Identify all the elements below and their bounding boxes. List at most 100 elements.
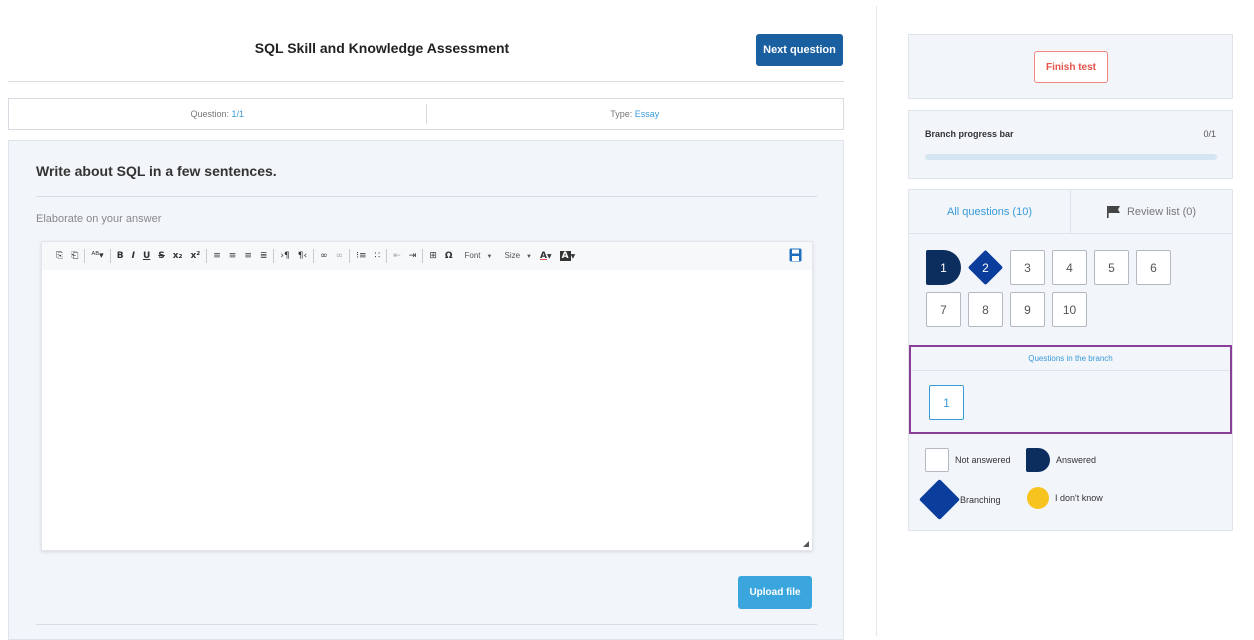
align-justify-icon[interactable]: ≣	[256, 247, 272, 265]
question-nav-button-1[interactable]: 1	[926, 250, 961, 285]
font-select-label: Font	[464, 251, 481, 260]
question-nav-number: 7	[940, 302, 947, 317]
answer-hint: Elaborate on your answer	[36, 213, 162, 225]
align-right-icon[interactable]: ≡	[240, 247, 256, 265]
toolbar-separator	[84, 249, 86, 263]
chevron-down-icon: ▼	[570, 253, 576, 260]
outdent-icon[interactable]: ⇤	[389, 247, 405, 265]
bulleted-list-icon[interactable]: ∷	[370, 247, 384, 265]
legend-not-answered: Not answered	[925, 448, 1011, 472]
underline-button[interactable]: U	[139, 247, 154, 265]
toolbar-separator	[349, 249, 351, 263]
question-nav-number: 9	[1024, 302, 1031, 317]
italic-button[interactable]: I	[128, 247, 139, 265]
question-nav-button-5[interactable]: 5	[1094, 250, 1129, 285]
chevron-down-icon: ▼	[526, 254, 532, 260]
legend-branching-label: Branching	[960, 494, 1001, 505]
question-nav-button-2[interactable]: 2	[967, 249, 1004, 286]
question-nav-button-9[interactable]: 9	[1010, 292, 1045, 327]
indent-icon[interactable]: ⇥	[405, 247, 421, 265]
legend-not-answered-label: Not answered	[955, 455, 1011, 465]
rtl-icon[interactable]: ¶‹	[294, 247, 311, 265]
question-nav-button-7[interactable]: 7	[926, 292, 961, 327]
paste-icon[interactable]: ⎘	[52, 247, 67, 265]
page-title: SQL Skill and Knowledge Assessment	[254, 40, 510, 56]
unlink-icon[interactable]: ∞	[332, 247, 348, 265]
question-grid-row: 7 8 9 10	[926, 292, 1176, 327]
rich-text-editor: ⎘ ⎗ ᴬᴮ▾ B I U S x₂ x² ≡ ≡ ≡ ≣ ›¶ ¶‹ ∞ ∞ …	[41, 241, 813, 551]
answered-swatch	[1026, 448, 1050, 472]
question-nav-button-4[interactable]: 4	[1052, 250, 1087, 285]
question-nav-number: 8	[982, 302, 989, 317]
chevron-down-icon: ▼	[546, 253, 552, 260]
resize-handle-icon[interactable]	[803, 541, 809, 547]
toolbar-separator	[206, 249, 208, 263]
subscript-button[interactable]: x₂	[169, 247, 187, 265]
legend-answered: Answered	[1026, 448, 1096, 472]
question-number: Question: 1/1	[9, 109, 426, 119]
question-nav-number: 6	[1150, 260, 1157, 275]
question-number-label: Question:	[190, 109, 232, 119]
progress-bar	[925, 154, 1217, 160]
progress-panel: Branch progress bar 0/1	[908, 110, 1233, 179]
bottom-divider	[36, 624, 817, 625]
question-nav-button-10[interactable]: 10	[1052, 292, 1087, 327]
numbered-list-icon[interactable]: ⁝≡	[352, 247, 370, 265]
question-nav-number: 10	[1062, 302, 1077, 317]
question-info-bar: Question: 1/1 Type: Essay	[8, 98, 844, 130]
link-icon[interactable]: ∞	[316, 247, 332, 265]
editor-text-area[interactable]	[42, 270, 812, 532]
text-color-icon: A	[540, 251, 547, 261]
question-pane: SQL Skill and Knowledge Assessment Next …	[0, 0, 852, 640]
upload-file-button[interactable]: Upload file	[738, 576, 812, 609]
header-divider	[8, 81, 844, 82]
legend-dont-know-label: I don't know	[1055, 493, 1103, 503]
not-answered-swatch	[925, 448, 949, 472]
bg-color-icon: A	[559, 251, 571, 261]
font-select[interactable]: Font ▼	[461, 248, 497, 264]
progress-label: Branch progress bar	[925, 129, 1014, 139]
branch-question-button[interactable]: 1	[929, 385, 964, 420]
toolbar-separator	[386, 249, 388, 263]
question-type-label: Type:	[610, 109, 635, 119]
tab-review-list[interactable]: Review list (0)	[1070, 190, 1232, 233]
toolbar-separator	[313, 249, 315, 263]
progress-count: 0/1	[1203, 129, 1216, 139]
save-icon[interactable]	[789, 248, 802, 262]
strikethrough-button[interactable]: S	[154, 247, 168, 265]
branching-swatch	[918, 478, 961, 521]
next-question-button[interactable]: Next question	[756, 34, 843, 66]
question-nav-button-3[interactable]: 3	[1010, 250, 1045, 285]
dont-know-swatch	[1027, 487, 1049, 509]
ltr-icon[interactable]: ›¶	[276, 247, 293, 265]
paste-text-icon[interactable]: ⎗	[67, 247, 82, 265]
tab-review-list-label: Review list (0)	[1126, 205, 1197, 218]
spellcheck-icon[interactable]: ᴬᴮ▾	[87, 247, 107, 265]
superscript-button[interactable]: x²	[186, 247, 204, 265]
pane-divider	[876, 6, 877, 636]
question-nav-button-6[interactable]: 6	[1136, 250, 1171, 285]
size-select[interactable]: Size ▼	[500, 248, 536, 264]
chevron-down-icon: ▼	[486, 254, 493, 260]
legend-branching: Branching	[918, 478, 1001, 521]
legend: Not answered Answered Branching I don't …	[918, 448, 1225, 528]
bg-color-button[interactable]: A ▼	[556, 247, 580, 265]
question-nav-number: 4	[1066, 260, 1073, 275]
table-icon[interactable]: ⊞	[425, 247, 441, 265]
bold-button[interactable]: B	[113, 247, 128, 265]
question-divider	[36, 196, 817, 197]
question-nav-button-8[interactable]: 8	[968, 292, 1003, 327]
special-char-button[interactable]: Ω	[441, 247, 457, 265]
question-text: Write about SQL in a few sentences.	[36, 163, 277, 179]
question-type-value: Essay	[634, 109, 660, 119]
align-center-icon[interactable]: ≡	[225, 247, 241, 265]
question-grid: 1 2 3 4 5 6 7 8 9 10	[926, 249, 1176, 334]
toolbar-separator	[422, 249, 424, 263]
text-color-button[interactable]: A▼	[536, 247, 556, 265]
flag-icon	[1106, 205, 1120, 218]
align-left-icon[interactable]: ≡	[209, 247, 225, 265]
question-type: Type: Essay	[427, 109, 844, 119]
tab-all-questions[interactable]: All questions (10)	[909, 190, 1070, 233]
question-navigator: All questions (10) Review list (0) 1 2 3 4 5…	[908, 189, 1233, 531]
finish-test-button[interactable]: Finish test	[1034, 51, 1108, 83]
